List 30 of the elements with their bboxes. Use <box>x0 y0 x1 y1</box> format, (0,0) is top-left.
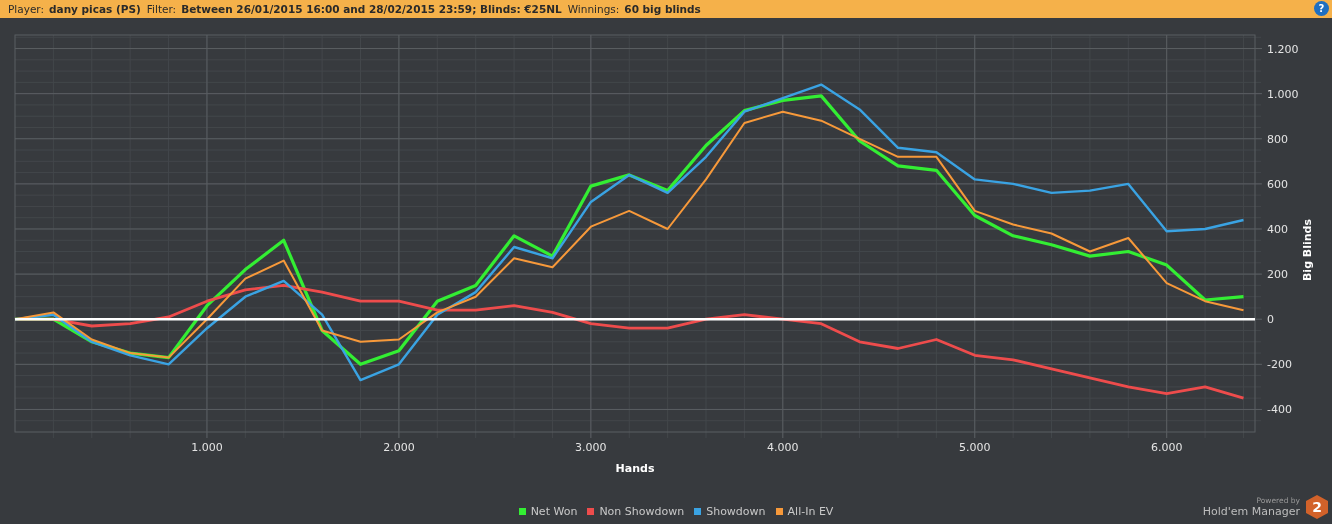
x-tick-label: 6.000 <box>1150 441 1183 454</box>
y-tick-label: 800 <box>1267 132 1288 146</box>
y-tick-label: 400 <box>1267 223 1288 236</box>
legend-label[interactable]: Net Won <box>530 505 578 518</box>
y-axis-title: Big Blinds <box>1301 219 1314 281</box>
y-tick-label: 200 <box>1267 268 1288 282</box>
y-tick-label: 0 <box>1267 313 1274 327</box>
x-tick-label: 1.000 <box>191 441 223 454</box>
filter-label: Filter: <box>146 3 177 15</box>
filter-label: Player: <box>8 3 45 15</box>
logo-badge: 2 <box>1306 495 1328 519</box>
legend-label[interactable]: All-In EV <box>787 505 834 518</box>
filter-value: 60 big blinds <box>624 3 701 15</box>
y-tick-label: -200 <box>1267 358 1292 372</box>
filter-value: dany picas (PS) <box>49 3 141 15</box>
filter-value: Between 26/01/2015 16:00 and 28/02/2015 23:59; Blinds: €25NL <box>181 3 562 15</box>
y-tick-label: -400 <box>1267 403 1292 417</box>
legend-label[interactable]: Showdown <box>706 505 766 518</box>
y-tick-label: 600 <box>1267 177 1288 191</box>
legend-label[interactable]: Non Showdown <box>599 505 685 518</box>
help-button[interactable]: ? <box>1314 1 1329 16</box>
product-name: Hold'em Manager <box>1202 505 1300 518</box>
x-tick-label: 2.000 <box>383 441 415 454</box>
x-axis-title: Hands <box>615 462 655 475</box>
filter-label: Winnings: <box>567 3 620 15</box>
x-tick-label: 4.000 <box>767 441 799 454</box>
x-tick-label: 5.000 <box>959 441 991 454</box>
y-tick-label: 1.200 <box>1267 42 1299 56</box>
y-tick-label: 1.000 <box>1267 87 1299 101</box>
x-tick-label: 3.000 <box>575 441 607 454</box>
